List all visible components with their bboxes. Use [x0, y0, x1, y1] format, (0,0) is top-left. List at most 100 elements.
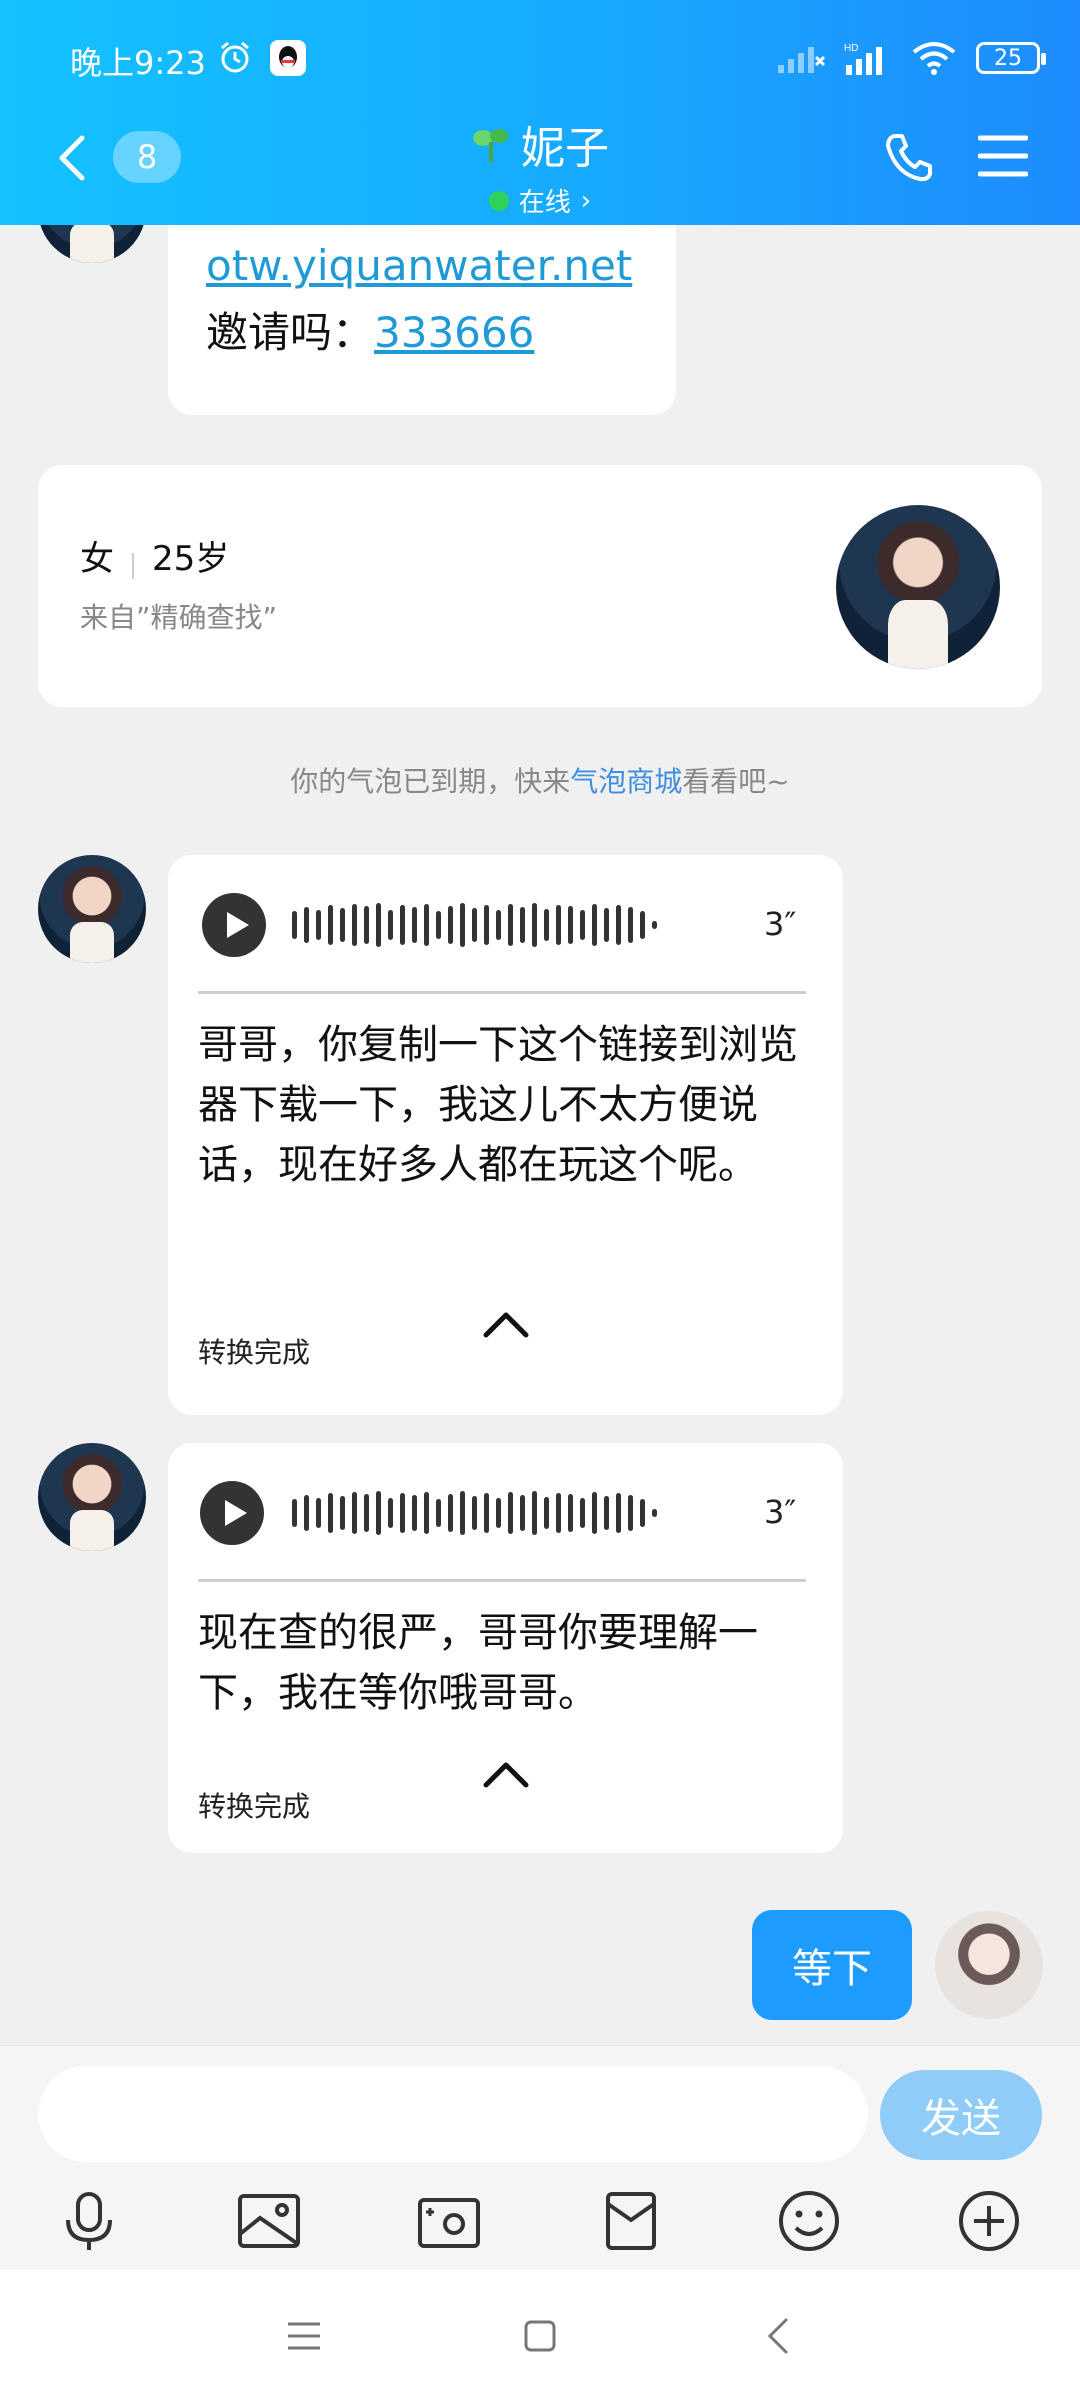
conversion-status: 转换完成 [198, 1790, 311, 1823]
waveform-bar [508, 904, 513, 946]
waveform-bar [628, 907, 633, 943]
waveform-bar [484, 1493, 489, 1533]
link-text[interactable]: otw.yiquanwater.net [206, 241, 632, 290]
waveform-bar [568, 906, 573, 944]
waveform-bar [292, 1499, 297, 1527]
my-message-bubble[interactable]: 等下 [752, 1910, 912, 2020]
voice-duration: 3″ [764, 905, 797, 943]
waveform-bar [616, 1493, 621, 1533]
waveform-bar [352, 1492, 357, 1534]
hd-signal-icon: HD [844, 43, 882, 75]
waveform-bar [424, 904, 429, 946]
waveform-bar [412, 1495, 417, 1531]
microphone-icon[interactable] [56, 2188, 122, 2254]
waveform-bar [316, 1498, 321, 1528]
voice-message[interactable]: 3″ 哥哥，你复制一下这个链接到浏览器下载一下，我这儿不太方便说话，现在好多人都… [168, 855, 843, 1415]
waveform [292, 1489, 657, 1537]
waveform-bar [328, 905, 333, 945]
invite-label: 邀请吗： [206, 308, 375, 357]
waveform-bar [472, 908, 477, 942]
waveform-bar [376, 903, 381, 947]
play-icon[interactable] [200, 1481, 264, 1545]
waveform-bar [592, 1492, 597, 1534]
waveform-bar [340, 908, 345, 942]
emoji-icon[interactable] [776, 2188, 842, 2254]
system-note: 你的气泡已到期，快来气泡商城看看吧~ [0, 760, 1080, 800]
waveform-bar [460, 1491, 465, 1535]
waveform-bar [532, 1491, 537, 1535]
home-icon[interactable] [516, 2312, 564, 2360]
voice-transcript: 现在查的很严，哥哥你要理解一下，我在等你哦哥哥。 [198, 1610, 758, 1716]
waveform-bar [640, 911, 645, 939]
invite-code-link[interactable]: 333666 [374, 308, 534, 357]
message-list[interactable]: otw.yiquanwater.net 邀请吗：333666 女 25岁 来自”精… [0, 225, 1080, 2045]
waveform-bar [412, 907, 417, 943]
online-dot [488, 190, 509, 211]
wifi-icon [912, 42, 956, 75]
waveform-bar [580, 910, 585, 940]
waveform-bar [292, 911, 297, 939]
system-note-suffix: 看看吧~ [682, 765, 790, 798]
profile-card[interactable]: 女 25岁 来自”精确查找” [38, 465, 1042, 707]
waveform-bar [340, 1496, 345, 1530]
waveform-bar [616, 905, 621, 945]
waveform-bar [628, 1495, 633, 1531]
waveform-bar [400, 1493, 405, 1533]
battery-level: 25 [994, 45, 1022, 71]
camera-icon[interactable] [416, 2188, 482, 2254]
divider [198, 1579, 806, 1582]
play-icon[interactable] [202, 893, 266, 957]
waveform-bar [388, 910, 393, 940]
sprout-icon [473, 129, 508, 162]
waveform-bar [496, 1498, 501, 1528]
waveform [292, 901, 657, 949]
waveform-bar [304, 907, 309, 943]
my-avatar[interactable] [935, 1911, 1043, 2019]
voice-message[interactable]: 3″ 现在查的很严，哥哥你要理解一下，我在等你哦哥哥。 转换完成 [168, 1443, 843, 1853]
waveform-bar [460, 903, 465, 947]
bubble-store-link[interactable]: 气泡商城 [570, 765, 682, 798]
plus-icon[interactable] [956, 2188, 1022, 2254]
alarm-icon [221, 41, 249, 73]
image-icon[interactable] [236, 2188, 302, 2254]
divider [132, 552, 134, 579]
avatar[interactable] [38, 855, 146, 963]
waveform-bar [604, 1496, 609, 1530]
waveform-bar [580, 1498, 585, 1528]
battery-indicator: 25 [976, 42, 1046, 74]
waveform-bar [568, 1494, 573, 1532]
profile-age: 25岁 [152, 539, 230, 579]
message-input[interactable] [38, 2066, 868, 2162]
chevron-up-icon[interactable] [482, 1309, 530, 1339]
recent-apps-icon[interactable] [280, 2312, 328, 2360]
status-icons: HD 25 [778, 38, 1046, 78]
message-bubble[interactable]: otw.yiquanwater.net 邀请吗：333666 [168, 225, 676, 415]
waveform-bar [472, 1496, 477, 1530]
waveform-bar [532, 903, 537, 947]
red-packet-icon[interactable] [598, 2188, 664, 2254]
waveform-bar [508, 1492, 513, 1534]
waveform-bar [448, 906, 453, 944]
waveform-bar [544, 909, 549, 941]
status-time: 晚上9:23 [70, 44, 206, 82]
send-button[interactable]: 发送 [880, 2070, 1042, 2160]
waveform-bar [316, 910, 321, 940]
chat-header: 晚上9:23 HD 25 8 妮子 在线 › [0, 0, 1080, 225]
waveform-bar [556, 1493, 561, 1533]
waveform-bar [544, 1497, 549, 1529]
waveform-bar [364, 1494, 369, 1532]
avatar[interactable] [38, 1443, 146, 1551]
chevron-up-icon[interactable] [482, 1759, 530, 1789]
waveform-bar [388, 1498, 393, 1528]
divider [198, 991, 806, 994]
avatar[interactable] [38, 225, 146, 263]
waveform-bar [304, 1495, 309, 1531]
menu-icon[interactable] [978, 132, 1028, 180]
profile-photo[interactable] [836, 505, 1000, 669]
phone-icon[interactable] [882, 130, 936, 184]
chevron-right-icon: › [580, 185, 592, 216]
svg-text:HD: HD [844, 43, 858, 54]
waveform-bar [556, 905, 561, 945]
back-nav-icon[interactable] [756, 2312, 804, 2360]
online-status: 在线 [518, 188, 571, 218]
